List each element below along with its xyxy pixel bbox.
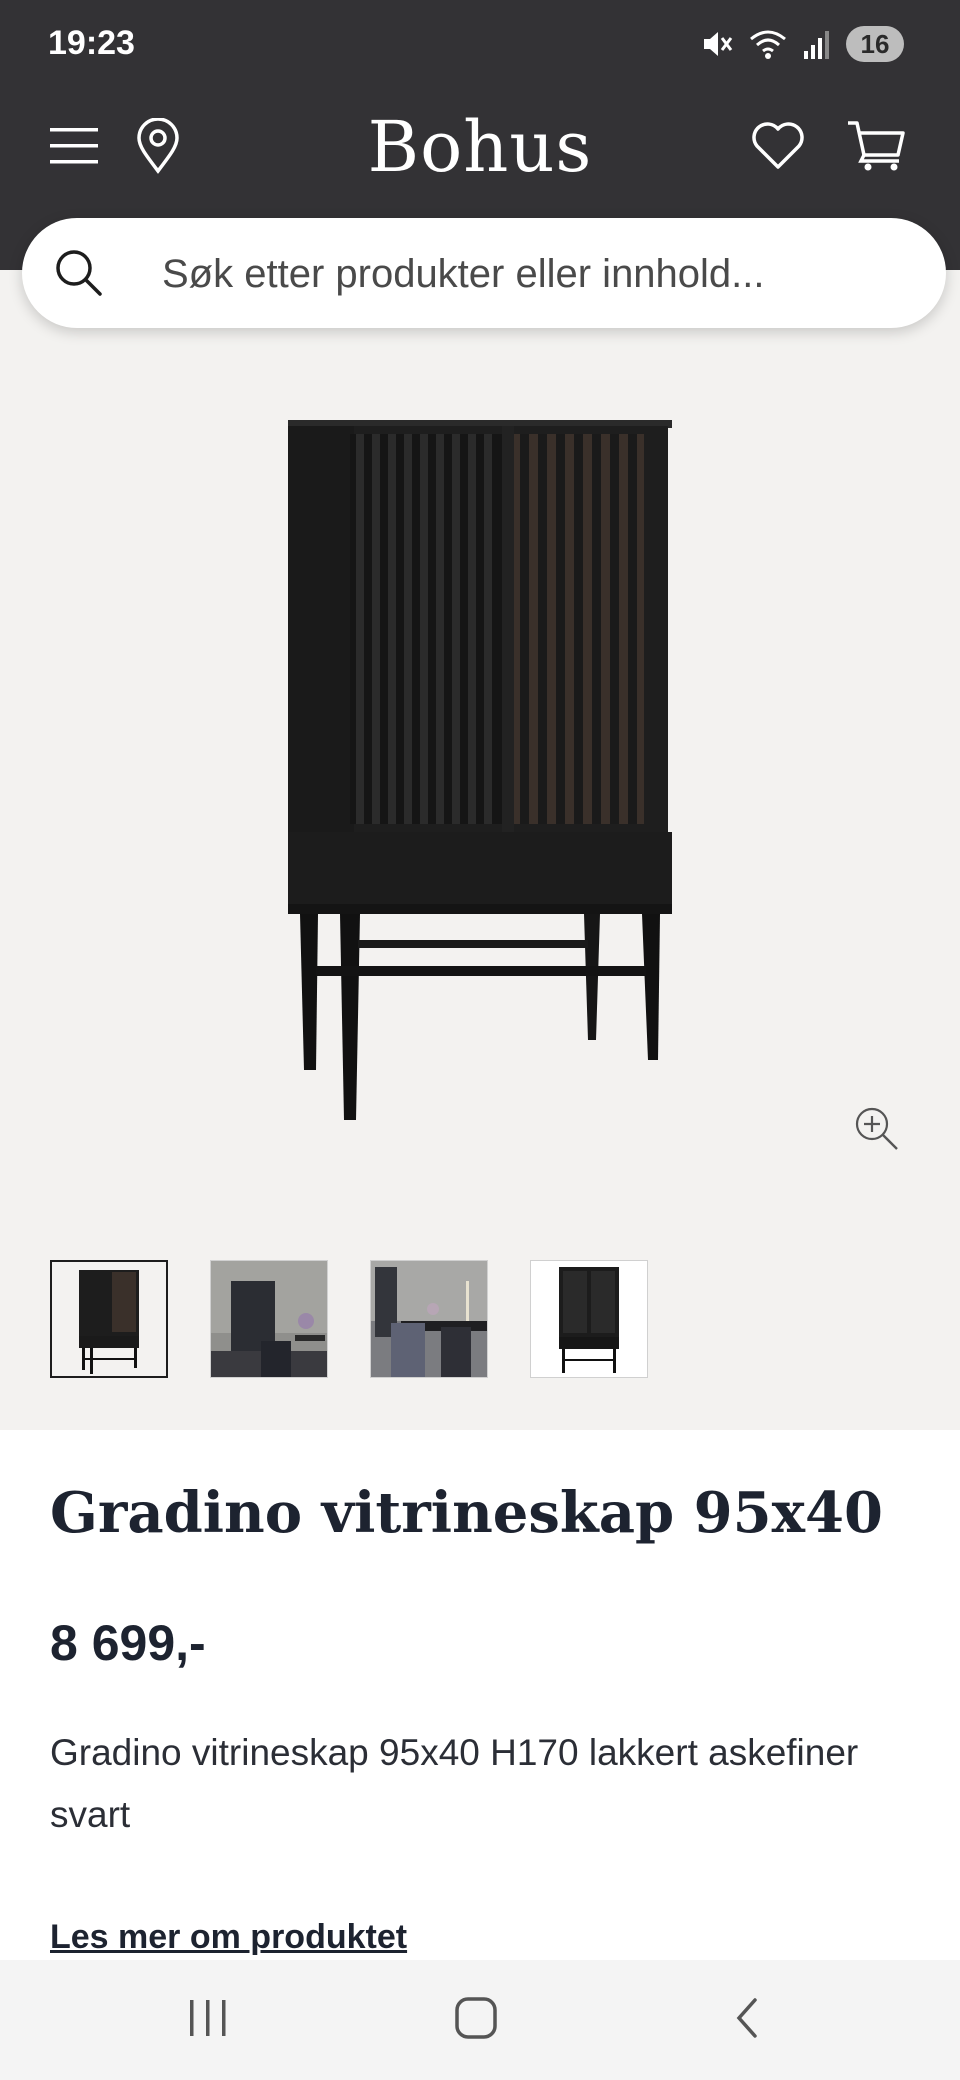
back-icon [731,1996,761,2045]
status-time: 19:23 [48,24,135,62]
status-bar: 19:23 16 [0,0,960,90]
cart-icon [846,119,906,178]
thumbnail-3[interactable] [370,1260,488,1378]
search-bar[interactable] [22,218,946,328]
thumbnail-strip [50,1260,648,1378]
product-price: 8 699,- [50,1615,206,1671]
back-button[interactable] [706,1990,786,2050]
thumbnail-4[interactable] [530,1260,648,1378]
thumbnail-1[interactable] [50,1260,168,1378]
wishlist-button[interactable] [748,118,808,178]
wifi-icon [748,27,788,61]
recent-apps-button[interactable] [168,1990,248,2050]
product-gallery [0,270,960,1430]
bohus-logo[interactable]: Bohus [0,106,960,188]
search-input[interactable] [160,238,904,310]
heart-icon [750,121,806,176]
recent-apps-icon [186,1998,230,2043]
thumbnail-2[interactable] [210,1260,328,1378]
search-icon [54,248,104,303]
cart-button[interactable] [846,118,906,178]
signal-icon [802,27,832,61]
product-description: Gradino vitrineskap 95x40 H170 lakkert a… [50,1732,859,1835]
zoom-in-icon [854,1107,902,1158]
product-title: Gradino vitrineskap 95x40 [50,1480,883,1546]
home-button[interactable] [436,1990,516,2050]
site-header: Bohus [0,100,960,200]
battery-indicator: 16 [846,26,904,62]
home-icon [453,1995,499,2046]
mute-icon [700,27,734,61]
system-nav-bar [0,1960,960,2080]
product-main-image[interactable] [270,420,690,1145]
read-more-link[interactable]: Les mer om produktet [50,1918,407,1957]
status-icons: 16 [700,24,904,64]
zoom-button[interactable] [854,1106,902,1159]
